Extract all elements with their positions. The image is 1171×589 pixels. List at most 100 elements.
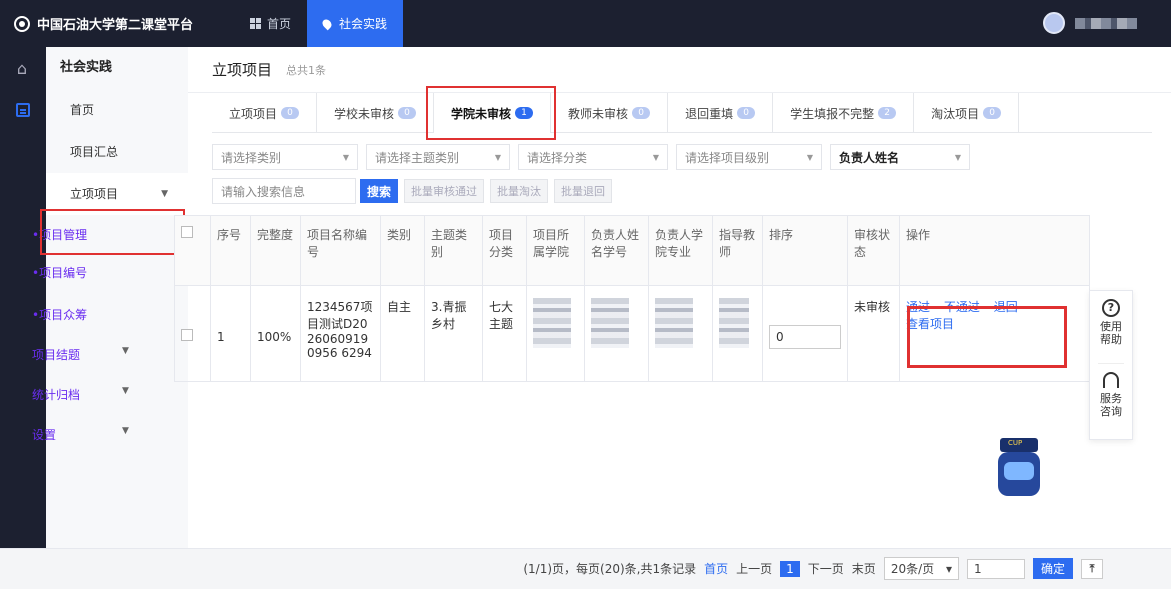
service-consult-button[interactable]: 服务咨询 (1098, 363, 1124, 435)
row-select-cell[interactable] (174, 285, 211, 382)
tab-returned[interactable]: 退回重填 0 (668, 93, 774, 133)
page-title: 立项项目 (212, 61, 273, 79)
filter-panel: 请选择类别 ▼ 请选择主题类别 ▼ 请选择分类 ▼ 请选择项目级别 ▼ 负责人姓名 ▼ 请… (212, 143, 1152, 211)
location-pin-icon (320, 17, 334, 30)
side-item-label: 项目汇总 (70, 145, 119, 159)
chevron-down-icon: ▼ (806, 152, 813, 162)
col-header: 排序 (762, 215, 848, 286)
question-icon: ? (1102, 299, 1120, 317)
usage-help-label: 使用帮助 (1100, 320, 1122, 346)
col-header: 操作 (899, 215, 1090, 286)
col-header: 项目所属学院 (526, 215, 585, 286)
chevron-down-icon: ▼ (122, 386, 129, 396)
redacted-major (655, 298, 693, 348)
tab-eliminated[interactable]: 淘汰项目 0 (914, 93, 1020, 133)
sort-input[interactable]: 0 (769, 324, 841, 349)
tab-count-badge: 0 (737, 107, 756, 119)
current-page[interactable]: 1 (780, 560, 800, 577)
side-item-project-summary[interactable]: 项目汇总 (46, 131, 188, 173)
side-submenu: •项目管理 •项目编号 •项目众筹 项目结题 ▼ 统计归档 ▼ 设置 ▼ (0, 208, 174, 548)
type-select[interactable]: 请选择类别 ▼ (212, 144, 358, 170)
leader-name-select[interactable]: 负责人姓名 ▼ (830, 144, 970, 170)
row-teacher-cell (712, 285, 763, 382)
nav-home[interactable]: 首页 (234, 0, 307, 47)
category-select[interactable]: 请选择分类 ▼ (518, 144, 668, 170)
brand[interactable]: 中国石油大学第二课堂平台 (0, 0, 234, 47)
row-leader-cell (584, 285, 649, 382)
avatar[interactable] (1043, 12, 1065, 34)
user-menu[interactable] (1043, 12, 1137, 34)
chevron-down-icon: ▼ (652, 152, 659, 162)
status-tabs: 立项项目 0 学校未审核 0 学院未审核 1 教师未审核 0 退回重填 0 学生填报不完整… (212, 93, 1152, 133)
level-select[interactable]: 请选择项目级别 ▼ (676, 144, 822, 170)
batch-approve-button[interactable]: 批量审核通过 (404, 179, 485, 203)
tab-count-badge: 0 (632, 107, 651, 119)
row-index: 1 (210, 285, 251, 382)
row-college-cell (526, 285, 585, 382)
side-item-label: 首页 (70, 103, 95, 117)
select-placeholder: 请选择分类 (527, 150, 588, 165)
nav-social-practice[interactable]: 社会实践 (307, 0, 404, 47)
page-size-select[interactable]: 20条/页 ▾ (883, 557, 959, 580)
row-completeness: 100% (250, 285, 301, 382)
redacted-college (533, 298, 571, 348)
col-header: 审核状态 (847, 215, 900, 286)
chevron-down-icon: ▼ (494, 152, 501, 162)
next-page-link[interactable]: 下一页 (808, 560, 844, 577)
last-page-link[interactable]: 末页 (852, 560, 876, 577)
select-placeholder: 请选择项目级别 (685, 150, 770, 165)
tab-school-unreviewed[interactable]: 学校未审核 0 (317, 93, 435, 133)
tab-approved[interactable]: 立项项目 0 (212, 93, 318, 133)
grid-icon (250, 18, 261, 29)
prev-page-link[interactable]: 上一页 (736, 560, 772, 577)
top-bar: 中国石油大学第二课堂平台 首页 社会实践 (0, 0, 1171, 47)
tab-label: 教师未审核 (568, 106, 629, 121)
col-header: 完整度 (250, 215, 301, 286)
chevron-down-icon: ▼ (342, 152, 349, 162)
pagination-bar: (1/1)页，每页(20)条,共1条记录 首页 上一页 1 下一页 末页 20条… (0, 548, 1171, 589)
select-all-checkbox[interactable] (181, 226, 193, 238)
robot-face (1004, 462, 1034, 480)
row-checkbox[interactable] (181, 329, 193, 341)
tab-count-badge: 0 (281, 107, 300, 119)
tab-teacher-unreviewed[interactable]: 教师未审核 0 (551, 93, 669, 133)
batch-eliminate-button[interactable]: 批量淘汰 (490, 179, 549, 203)
row-status: 未审核 (847, 285, 900, 382)
select-all-cell[interactable] (174, 215, 211, 286)
search-button[interactable]: 搜索 (360, 179, 399, 203)
jump-ok-button[interactable]: 确定 (1032, 558, 1073, 579)
row-theme: 3.青振乡村 (424, 285, 483, 382)
nav-home-label: 首页 (267, 17, 292, 31)
side-group-statistics-archive[interactable]: 统计归档 ▼ (32, 386, 129, 403)
batch-return-button[interactable]: 批量退回 (554, 179, 613, 203)
first-page-link[interactable]: 首页 (704, 560, 728, 577)
page-header: 立项项目 总共1条 (188, 47, 1171, 93)
side-group-project-conclusion[interactable]: 项目结题 ▼ (32, 346, 129, 363)
usage-help-button[interactable]: ? 使用帮助 (1098, 291, 1124, 363)
side-sub-project-number[interactable]: •项目编号 (32, 264, 87, 281)
row-sort-cell: 0 (762, 285, 848, 382)
tab-incomplete[interactable]: 学生填报不完整 2 (773, 93, 915, 133)
back-to-top-icon[interactable]: ⤒ (1081, 558, 1103, 579)
side-item-home[interactable]: 首页 (46, 89, 188, 131)
redacted-leader (591, 298, 629, 348)
assistant-robot[interactable]: CUP (992, 438, 1046, 500)
home-icon[interactable]: ⌂ (12, 59, 32, 79)
search-input[interactable]: 请输入搜索信息 (212, 178, 356, 204)
row-name-code[interactable]: 1234567项目测试D20260609190956 6294 (300, 285, 381, 382)
tab-label: 学生填报不完整 (790, 106, 875, 121)
side-sub-label: •项目编号 (32, 266, 88, 280)
tab-label: 退回重填 (685, 106, 734, 121)
side-menu-header: 社会实践 (60, 60, 113, 75)
side-sub-project-crowdfunding[interactable]: •项目众筹 (32, 306, 87, 323)
tab-label: 淘汰项目 (931, 106, 980, 121)
theme-select[interactable]: 请选择主题类别 ▼ (366, 144, 510, 170)
app-menu-icon[interactable] (16, 103, 30, 117)
user-name-redacted (1075, 17, 1137, 29)
tab-label: 学校未审核 (334, 106, 395, 121)
select-value: 负责人姓名 (839, 150, 900, 165)
service-consult-label: 服务咨询 (1100, 392, 1122, 418)
col-header: 主题类别 (424, 215, 483, 286)
jump-page-input[interactable]: 1 (966, 558, 1025, 579)
side-group-settings[interactable]: 设置 ▼ (32, 426, 129, 443)
